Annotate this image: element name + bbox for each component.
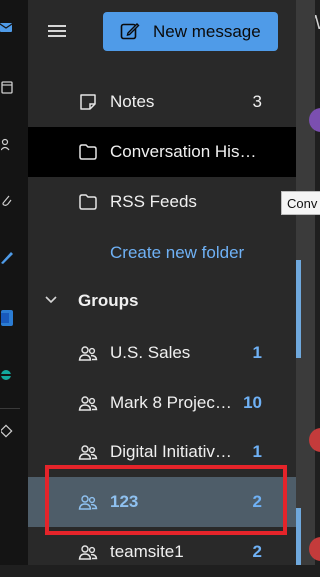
group-item-mark-8-project[interactable]: Mark 8 Projec… 10 xyxy=(28,378,296,428)
folder-label: Notes xyxy=(110,92,155,111)
unread-count: 10 xyxy=(243,393,262,412)
todo-icon[interactable] xyxy=(0,250,14,266)
tooltip: Conv xyxy=(281,191,320,215)
note-icon xyxy=(80,94,96,110)
group-label: Mark 8 Projec… xyxy=(110,393,232,412)
mail-icon[interactable] xyxy=(0,20,14,36)
unread-count: 1 xyxy=(252,343,262,362)
group-item-us-sales[interactable]: U.S. Sales 1 xyxy=(28,328,296,378)
folder-icon xyxy=(79,144,97,160)
group-icon xyxy=(78,346,98,361)
group-label: U.S. Sales xyxy=(110,343,191,362)
new-message-label: New message xyxy=(153,22,261,41)
create-new-folder-link[interactable]: Create new folder xyxy=(110,240,244,266)
highlight-box xyxy=(45,465,287,535)
attach-icon[interactable] xyxy=(0,193,14,209)
app-rail xyxy=(0,0,28,565)
group-icon xyxy=(78,445,98,460)
rail-divider xyxy=(0,408,20,409)
viva-app-icon[interactable] xyxy=(0,368,14,384)
folder-item-rss-feeds[interactable]: RSS Feeds xyxy=(28,177,296,227)
new-message-button[interactable]: New message xyxy=(103,12,278,51)
folder-label: RSS Feeds xyxy=(110,192,197,211)
folder-item-conversation-history[interactable]: Conversation His… xyxy=(28,127,296,177)
selected-message-indicator xyxy=(296,260,301,358)
compose-icon xyxy=(120,23,140,40)
apps-icon[interactable] xyxy=(0,424,14,440)
calendar-icon[interactable] xyxy=(0,80,14,96)
folder-count: 3 xyxy=(252,92,262,111)
chevron-down-icon xyxy=(45,296,57,304)
selected-message-indicator xyxy=(296,508,301,565)
hamburger-menu-icon[interactable] xyxy=(48,25,68,43)
folder-label: Conversation His… xyxy=(110,142,257,161)
groups-section-header[interactable]: Groups xyxy=(28,283,296,319)
people-icon[interactable] xyxy=(0,138,14,154)
folder-icon xyxy=(79,194,97,210)
group-icon xyxy=(78,396,98,411)
groups-header-label: Groups xyxy=(78,291,139,310)
word-app-icon[interactable] xyxy=(0,310,14,326)
folder-item-notes[interactable]: Notes 3 xyxy=(28,77,296,127)
group-icon xyxy=(78,545,98,560)
